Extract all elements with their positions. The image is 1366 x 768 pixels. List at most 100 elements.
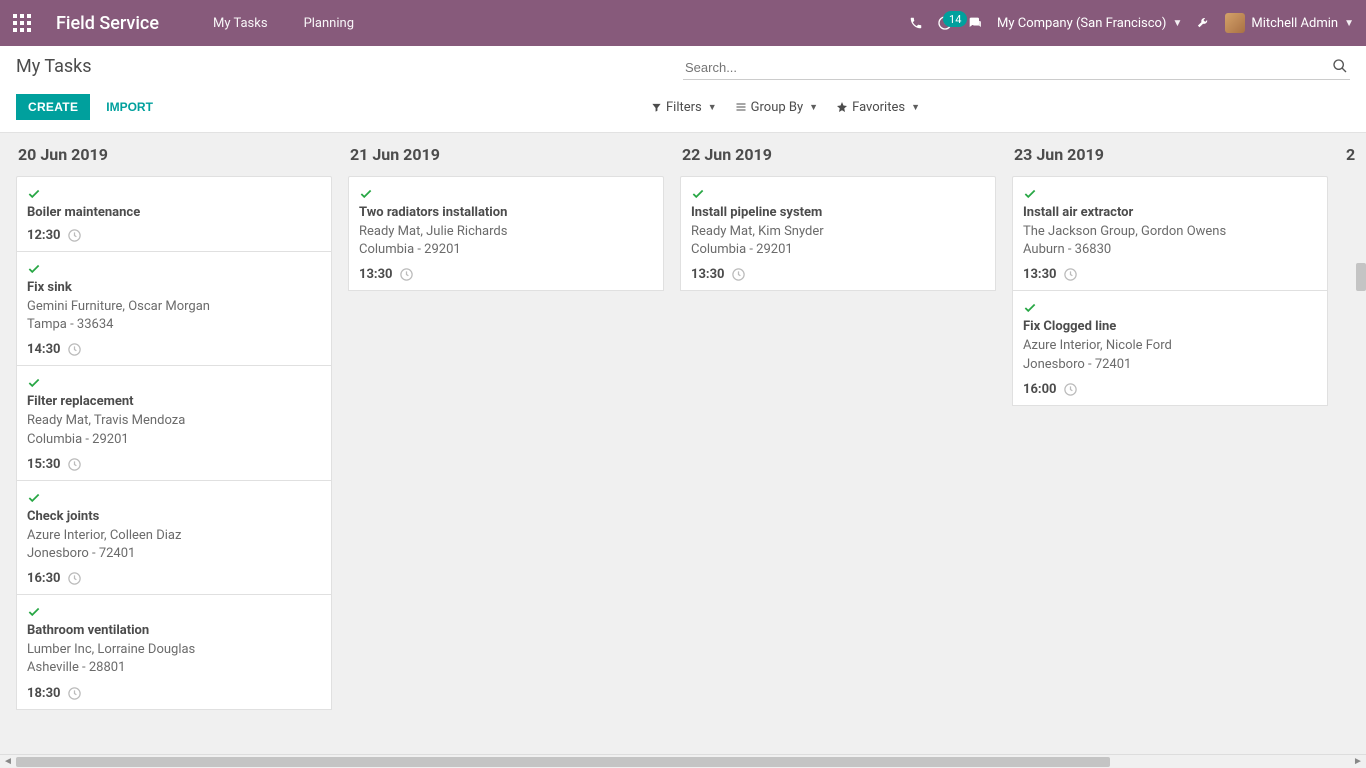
page-title: My Tasks [16, 56, 683, 77]
favorites-menu[interactable]: Favorites ▼ [836, 100, 920, 115]
top-navbar: Field Service My Tasks Planning 14 My Co… [0, 0, 1366, 46]
task-footer: 13:30 [359, 267, 653, 282]
column-header[interactable]: 2 [1344, 145, 1366, 164]
task-title: Fix sink [27, 280, 321, 295]
search-box [683, 56, 1350, 80]
task-time: 13:30 [1023, 267, 1057, 282]
menu-my-tasks[interactable]: My Tasks [203, 10, 278, 37]
filters-label: Filters [666, 100, 702, 115]
column-cards: Install air extractorThe Jackson Group, … [1012, 176, 1328, 406]
task-time: 12:30 [27, 228, 61, 243]
task-subline: Tampa - 33634 [27, 316, 321, 334]
funnel-icon [651, 102, 662, 113]
control-panel: My Tasks CREATE IMPORT Filters ▼ Group [0, 46, 1366, 133]
task-card[interactable]: Install pipeline systemReady Mat, Kim Sn… [680, 176, 996, 291]
check-icon [27, 187, 321, 201]
task-subline: Columbia - 29201 [691, 241, 985, 259]
tools-icon[interactable] [1196, 16, 1211, 31]
chevron-down-icon: ▼ [1172, 18, 1182, 29]
task-subline: Columbia - 29201 [27, 431, 321, 449]
column-cards: Two radiators installation Ready Mat, Jul… [348, 176, 664, 291]
favorites-label: Favorites [852, 100, 905, 115]
column-cards: Install pipeline systemReady Mat, Kim Sn… [680, 176, 996, 291]
task-title: Two radiators installation [359, 205, 653, 220]
column-header[interactable]: 21 Jun 2019 [348, 145, 664, 164]
kanban-column: 23 Jun 2019 Install air extractorThe Jack… [1012, 145, 1328, 710]
kanban-column: 21 Jun 2019 Two radiators installation Rea… [348, 145, 664, 710]
scrollbar-thumb[interactable] [16, 757, 1110, 767]
chevron-down-icon: ▼ [809, 102, 818, 113]
task-card[interactable]: Fix sink Gemini Furniture, Oscar MorganTa… [16, 251, 332, 366]
check-icon [359, 187, 653, 201]
task-subline: Ready Mat, Travis Mendoza [27, 412, 321, 430]
task-card[interactable]: Boiler maintenance 12:30 [16, 176, 332, 252]
clock-icon [67, 686, 82, 701]
vertical-scrollbar[interactable] [1356, 263, 1366, 291]
task-title: Fix Clogged line [1023, 319, 1317, 334]
clock-icon [67, 342, 82, 357]
clock-icon [731, 267, 746, 282]
task-card[interactable]: Fix Clogged lineAzure Interior, Nicole F… [1012, 290, 1328, 405]
task-card[interactable]: Check joints Azure Interior, Colleen Diaz… [16, 480, 332, 595]
check-icon [27, 262, 321, 276]
task-footer: 16:00 [1023, 382, 1317, 397]
user-menu[interactable]: Mitchell Admin ▼ [1225, 13, 1354, 33]
task-title: Boiler maintenance [27, 205, 321, 220]
task-time: 13:30 [691, 267, 725, 282]
task-card[interactable]: Install air extractorThe Jackson Group, … [1012, 176, 1328, 291]
check-icon [1023, 301, 1317, 315]
check-icon [1023, 187, 1317, 201]
task-title: Bathroom ventilation [27, 623, 321, 638]
search-input[interactable] [683, 56, 1350, 80]
column-header[interactable]: 20 Jun 2019 [16, 145, 332, 164]
task-time: 13:30 [359, 267, 393, 282]
kanban-board: 20 Jun 2019 Boiler maintenance 12:30 Fix si… [0, 133, 1366, 718]
task-card[interactable]: Two radiators installation Ready Mat, Jul… [348, 176, 664, 291]
task-subline: Jonesboro - 72401 [27, 545, 321, 563]
column-header[interactable]: 22 Jun 2019 [680, 145, 996, 164]
activity-icon[interactable]: 14 [937, 15, 953, 31]
scrollbar-track[interactable] [16, 756, 1350, 768]
task-card[interactable]: Filter replacementReady Mat, Travis Mend… [16, 365, 332, 480]
task-time: 16:30 [27, 571, 61, 586]
chevron-down-icon: ▼ [708, 102, 717, 113]
avatar [1225, 13, 1245, 33]
search-icon[interactable] [1332, 58, 1348, 74]
create-button[interactable]: CREATE [16, 94, 90, 120]
column-header[interactable]: 23 Jun 2019 [1012, 145, 1328, 164]
apps-icon[interactable] [12, 13, 32, 33]
discuss-icon[interactable] [967, 15, 983, 31]
task-subline: Ready Mat, Kim Snyder [691, 223, 985, 241]
scroll-right-icon[interactable]: ► [1350, 756, 1366, 767]
clock-icon [1063, 382, 1078, 397]
clock-icon [399, 267, 414, 282]
horizontal-scrollbar[interactable]: ◄ ► [0, 754, 1366, 768]
task-subline: Jonesboro - 72401 [1023, 356, 1317, 374]
task-subline: Azure Interior, Colleen Diaz [27, 527, 321, 545]
task-footer: 13:30 [691, 267, 985, 282]
task-subline: Gemini Furniture, Oscar Morgan [27, 298, 321, 316]
check-icon [691, 187, 985, 201]
clock-icon [1063, 267, 1078, 282]
task-subline: Auburn - 36830 [1023, 241, 1317, 259]
filters-menu[interactable]: Filters ▼ [651, 100, 717, 115]
column-cards: Boiler maintenance 12:30 Fix sink Gemini Fu… [16, 176, 332, 710]
menu-planning[interactable]: Planning [294, 10, 364, 37]
app-name[interactable]: Field Service [56, 13, 159, 34]
task-time: 16:00 [1023, 382, 1057, 397]
company-switcher[interactable]: My Company (San Francisco) ▼ [997, 16, 1182, 31]
task-subline: Lumber Inc, Lorraine Douglas [27, 641, 321, 659]
check-icon [27, 376, 321, 390]
import-button[interactable]: IMPORT [94, 94, 165, 120]
groupby-label: Group By [751, 100, 804, 115]
groupby-menu[interactable]: Group By ▼ [735, 100, 818, 115]
clock-icon [67, 228, 82, 243]
task-card[interactable]: Bathroom ventilation Lumber Inc, Lorraine… [16, 594, 332, 709]
task-subline: Ready Mat, Julie Richards [359, 223, 653, 241]
task-title: Check joints [27, 509, 321, 524]
phone-icon[interactable] [909, 16, 923, 30]
task-footer: 15:30 [27, 457, 321, 472]
kanban-scroll[interactable]: 20 Jun 2019 Boiler maintenance 12:30 Fix si… [0, 133, 1366, 757]
scroll-left-icon[interactable]: ◄ [0, 756, 16, 767]
task-time: 14:30 [27, 342, 61, 357]
